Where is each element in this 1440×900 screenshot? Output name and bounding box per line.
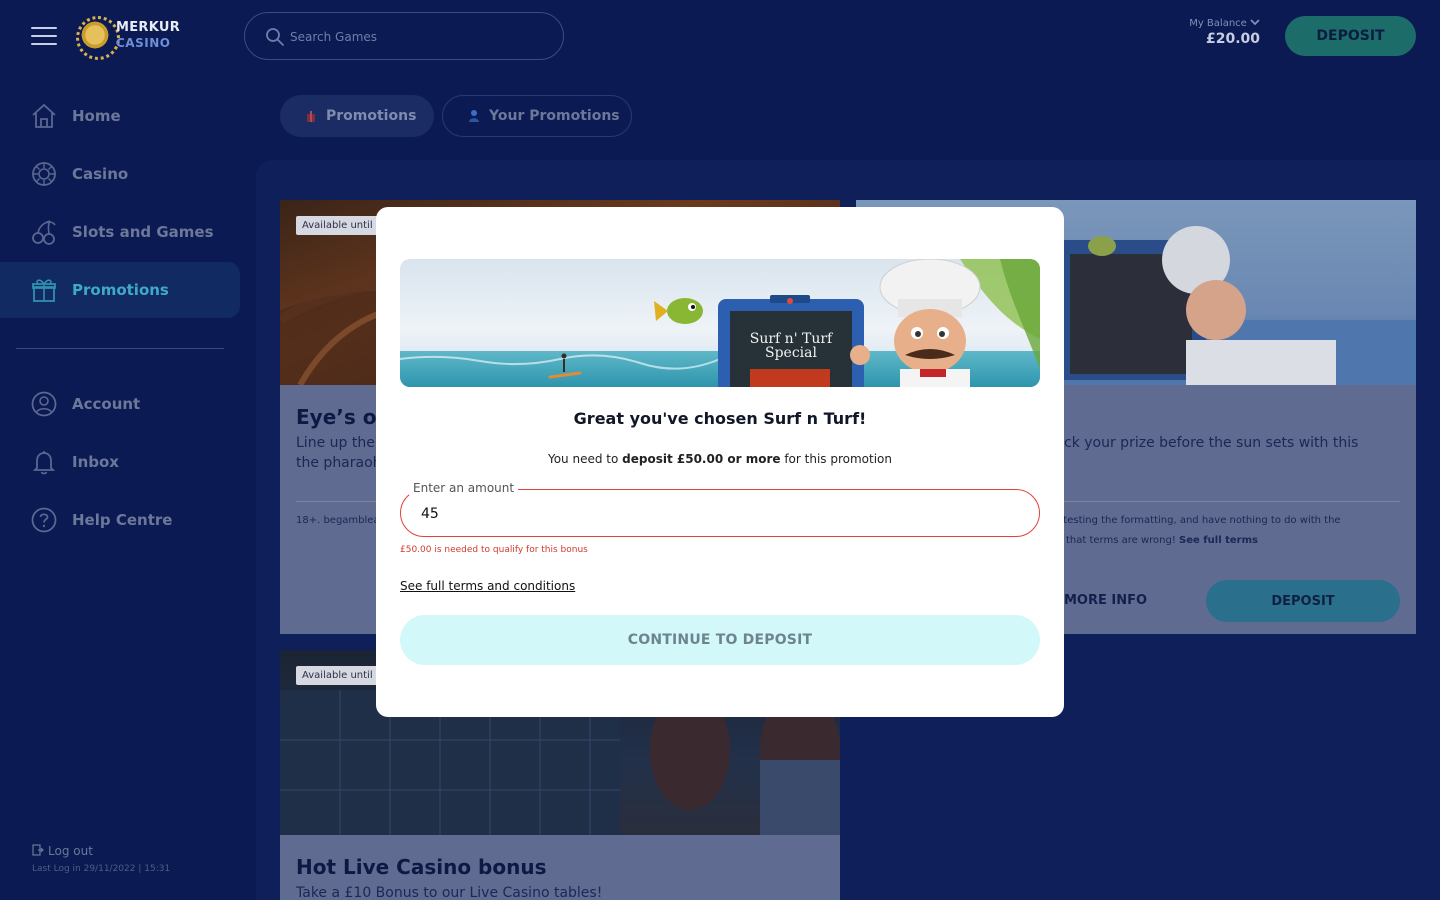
- sidebar-divider: [16, 348, 224, 349]
- sidebar-item-account[interactable]: Account: [0, 376, 240, 432]
- logo-text-merkur: MERKUR: [116, 20, 181, 35]
- tab-your-promotions[interactable]: Your Promotions: [442, 95, 632, 137]
- gift-icon: [307, 111, 315, 122]
- amount-field[interactable]: Enter an amount: [400, 481, 1040, 537]
- sidebar-item-help[interactable]: Help Centre: [0, 492, 240, 548]
- tab-promotions[interactable]: Promotions: [280, 95, 434, 137]
- logout-link[interactable]: Log out: [32, 844, 93, 858]
- promotion-deposit-modal: Surf n' Turf Special Great you've chosen…: [376, 207, 1064, 717]
- balance-value: £20.00: [1205, 31, 1260, 47]
- sidebar-item-label: Promotions: [72, 281, 169, 299]
- logo-text-casino: CASINO: [116, 36, 171, 50]
- promotion-description: Take a £10 Bonus to our Live Casino tabl…: [296, 885, 603, 900]
- sidebar-item-label: Account: [72, 395, 141, 413]
- casino-chip-icon: [32, 162, 56, 186]
- sidebar-item-label: Inbox: [72, 453, 119, 471]
- merkur-casino-logo[interactable]: MERKUR CASINO: [76, 16, 181, 60]
- banner-sign-line2: Special: [765, 345, 818, 361]
- promotion-fine-print-line2: that terms are wrong! See full terms: [1066, 535, 1258, 546]
- question-icon: [31, 507, 57, 533]
- search-input[interactable]: Search Games: [244, 12, 564, 60]
- sidebar-item-label: Slots and Games: [72, 223, 214, 241]
- sidebar-item-casino[interactable]: Casino: [0, 146, 240, 202]
- amount-error-message: £50.00 is needed to qualify for this bon…: [400, 545, 588, 555]
- deposit-button[interactable]: DEPOSIT: [1285, 16, 1416, 56]
- promotion-fine-print: 18+. begamblea: [296, 515, 380, 526]
- promotion-fine-print-line1: r testing the formatting, and have nothi…: [1056, 515, 1341, 526]
- sidebar-item-inbox[interactable]: Inbox: [0, 434, 240, 490]
- cherries-icon: [32, 220, 56, 245]
- chevron-down-icon: [1250, 19, 1260, 26]
- sidebar-item-label: Casino: [72, 165, 129, 183]
- sidebar-item-label: Help Centre: [72, 511, 173, 529]
- deposit-requirement-text: You need to deposit £50.00 or more for t…: [547, 452, 893, 466]
- sidebar-item-promotions[interactable]: Promotions: [0, 262, 240, 318]
- sidebar-item-home[interactable]: Home: [0, 88, 240, 144]
- promotion-description-line1: Line up the: [296, 435, 375, 451]
- search-placeholder: Search Games: [290, 30, 378, 44]
- sidebar-item-label: Home: [72, 107, 121, 125]
- availability-badge: Available until: [296, 666, 379, 685]
- user-icon: [31, 391, 57, 417]
- home-icon: [32, 103, 56, 128]
- last-login-text: Last Log in 29/11/2022 | 15:31: [32, 864, 171, 874]
- balance-label: My Balance: [1189, 18, 1260, 29]
- more-info-button[interactable]: MORE INFO: [1064, 593, 1147, 608]
- sidebar-item-slots[interactable]: Slots and Games: [0, 204, 240, 260]
- amount-field-label: Enter an amount: [409, 481, 519, 495]
- top-bar: MERKUR CASINO Search Games My Balance £2…: [0, 0, 1440, 72]
- promotion-title: Hot Live Casino bonus: [296, 855, 547, 879]
- balance-display[interactable]: My Balance £20.00: [1189, 18, 1260, 47]
- user-icon: [469, 110, 479, 122]
- card-deposit-button[interactable]: DEPOSIT: [1206, 580, 1400, 622]
- amount-input[interactable]: [421, 503, 1001, 525]
- surf-n-turf-banner-art: Surf n' Turf Special: [400, 259, 1040, 387]
- bell-icon: [32, 451, 56, 475]
- sun-logo-icon: [76, 16, 120, 60]
- availability-badge: Available until: [296, 216, 379, 235]
- full-terms-link[interactable]: See full terms: [1179, 535, 1258, 546]
- search-icon: [266, 28, 284, 46]
- gift-icon: [32, 279, 56, 302]
- logout-icon: [32, 844, 44, 856]
- promotion-description-line1: ck your prize before the sun sets with t…: [1064, 435, 1359, 451]
- modal-heading: Great you've chosen Surf n Turf!: [573, 409, 867, 428]
- continue-to-deposit-button[interactable]: CONTINUE TO DEPOSIT: [400, 615, 1040, 665]
- sidebar: Home Casino Slots and Games Promotions A…: [0, 85, 256, 900]
- menu-icon[interactable]: [31, 25, 57, 47]
- terms-and-conditions-link[interactable]: See full terms and conditions: [400, 579, 575, 593]
- surf-n-turf-banner: Surf n' Turf Special: [400, 259, 1040, 387]
- promotion-description-line2: the pharaoh: [296, 455, 382, 471]
